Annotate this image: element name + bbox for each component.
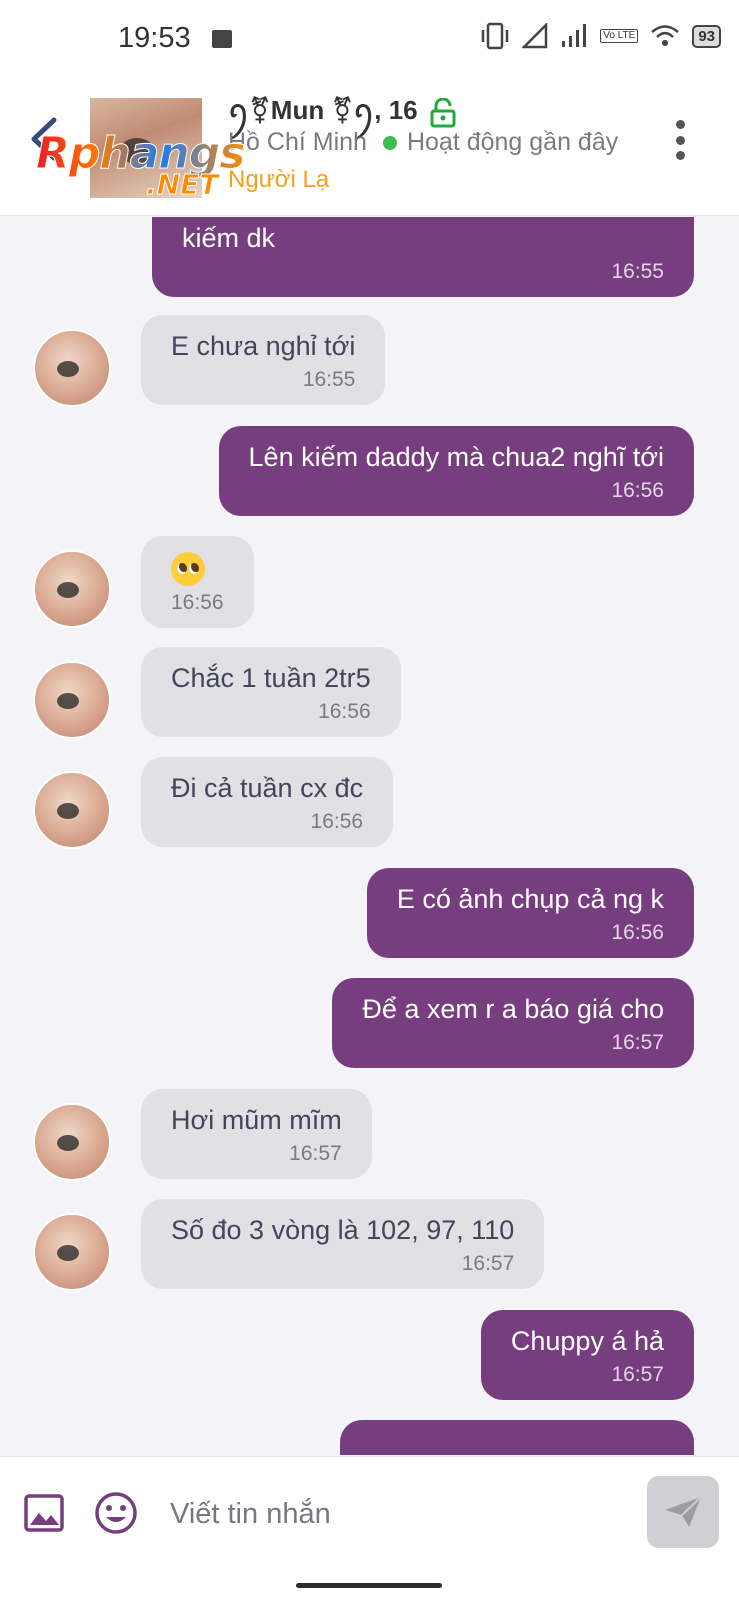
status-bar: 19:53 Vo LTE 93 xyxy=(0,0,739,70)
contact-avatar-small[interactable] xyxy=(33,550,111,628)
message-bubble[interactable]: Hơi mũm mĩm 16:57 xyxy=(141,1089,372,1179)
message-incoming: E chưa nghỉ tới 16:55 xyxy=(141,315,386,405)
message-bubble[interactable]: E có ảnh chụp cả ng k 16:56 xyxy=(366,868,694,958)
send-button[interactable] xyxy=(647,1476,719,1548)
battery-indicator: 93 xyxy=(692,24,721,48)
message-text: Để a xem r a báo giá cho xyxy=(362,994,664,1024)
message-text: E chưa nghỉ tới xyxy=(171,331,356,361)
message-time: 16:57 xyxy=(289,1142,342,1165)
message-time: 16:56 xyxy=(171,590,224,614)
unlocked-icon xyxy=(430,98,456,128)
image-icon xyxy=(24,1494,64,1532)
pleading-face-icon xyxy=(171,551,205,586)
message-list[interactable]: kiếm dk 16:55 E chưa nghỉ tới 16:55 Lên … xyxy=(0,217,739,1455)
message-bubble[interactable]: Chuppy á hả 16:57 xyxy=(480,1310,694,1400)
message-text: Số đo 3 vòng là 102, 97, 110 xyxy=(171,1215,515,1245)
message-bubble[interactable]: Để a xem r a báo giá cho 16:57 xyxy=(332,978,694,1068)
message-input[interactable] xyxy=(170,1489,610,1539)
message-bubble[interactable]: Lên kiếm daddy mà chua2 nghĩ tới 16:56 xyxy=(218,426,694,516)
status-time: 19:53 xyxy=(118,22,191,54)
message-time: 16:55 xyxy=(611,260,664,283)
status-icons: Vo LTE 93 xyxy=(480,22,721,50)
message-text: Chắc 1 tuần 2tr5 xyxy=(171,663,371,693)
message-bubble[interactable]: E chưa nghỉ tới 16:55 xyxy=(141,315,386,405)
message-outgoing: Chuppy á hả 16:57 xyxy=(480,1310,694,1400)
signal-empty-icon xyxy=(522,23,548,49)
message-incoming: Hơi mũm mĩm 16:57 xyxy=(141,1089,372,1179)
online-dot-icon xyxy=(382,135,397,150)
message-incoming: Chắc 1 tuần 2tr5 16:56 xyxy=(141,647,401,737)
message-bubble[interactable]: kiếm dk 16:55 xyxy=(152,217,694,297)
composer-bar xyxy=(0,1456,739,1600)
message-bubble[interactable]: Chắc 1 tuần 2tr5 16:56 xyxy=(141,647,401,737)
vibrate-icon xyxy=(482,22,509,50)
message-outgoing: Để a xem r a báo giá cho 16:57 xyxy=(332,978,694,1068)
send-icon xyxy=(665,1496,702,1527)
more-options-button[interactable] xyxy=(673,120,687,160)
emoji-button[interactable] xyxy=(94,1491,138,1535)
contact-avatar-small[interactable] xyxy=(33,1213,111,1291)
chat-header: ꪆ⚧Mun ⚧ꪆ, 16 Hồ Chí Minh Hoạt động gần đ… xyxy=(0,70,739,216)
message-text: Lên kiếm daddy mà chua2 nghĩ tới xyxy=(248,442,664,472)
message-text: E có ảnh chụp cả ng k xyxy=(396,884,664,914)
message-outgoing-partial xyxy=(340,1420,694,1455)
contact-avatar-small[interactable] xyxy=(33,329,111,407)
message-text: kiếm dk xyxy=(182,223,276,253)
gallery-notification-icon xyxy=(212,30,232,48)
watermark-logo: Rphangs .NET xyxy=(35,128,266,208)
volte-badge: Vo LTE xyxy=(600,29,639,43)
home-indicator[interactable] xyxy=(296,1583,442,1588)
message-time: 16:56 xyxy=(310,810,364,833)
message-time: 16:57 xyxy=(461,1252,515,1275)
signal-bars-icon xyxy=(562,24,587,47)
dot-icon xyxy=(675,120,685,129)
message-outgoing: Lên kiếm daddy mà chua2 nghĩ tới 16:56 xyxy=(218,426,694,516)
contact-status-row: Hồ Chí Minh Hoạt động gần đây xyxy=(228,128,618,157)
message-outgoing: E có ảnh chụp cả ng k 16:56 xyxy=(366,868,694,958)
dot-icon xyxy=(675,135,685,145)
contact-avatar-small[interactable] xyxy=(33,771,111,849)
message-text: Hơi mũm mĩm xyxy=(171,1105,342,1135)
wifi-icon xyxy=(651,25,680,46)
attach-image-button[interactable] xyxy=(24,1493,64,1533)
message-time: 16:55 xyxy=(302,368,356,391)
activity-status: Hoạt động gần đây xyxy=(406,128,619,156)
message-time: 16:57 xyxy=(611,1363,664,1386)
contact-avatar-small[interactable] xyxy=(33,1103,111,1181)
message-time: 16:56 xyxy=(611,479,664,502)
message-outgoing: kiếm dk 16:55 xyxy=(152,217,694,297)
message-bubble[interactable] xyxy=(340,1420,694,1455)
dot-icon xyxy=(675,151,685,160)
message-bubble[interactable]: 16:56 xyxy=(141,536,254,628)
message-time: 16:56 xyxy=(611,921,664,944)
message-incoming: Số đo 3 vòng là 102, 97, 110 16:57 xyxy=(141,1199,545,1289)
message-incoming: Đi cả tuần cx đc 16:56 xyxy=(141,757,394,847)
message-incoming: 16:56 xyxy=(141,536,254,628)
message-text: Chuppy á hả xyxy=(510,1326,664,1356)
message-bubble[interactable]: Số đo 3 vòng là 102, 97, 110 16:57 xyxy=(141,1199,545,1289)
contact-avatar-small[interactable] xyxy=(33,661,111,739)
message-text: Đi cả tuần cx đc xyxy=(171,773,364,803)
smiley-icon xyxy=(95,1492,137,1534)
message-time: 16:56 xyxy=(318,700,371,723)
logo-sub-text: .NET xyxy=(145,168,219,202)
message-bubble[interactable]: Đi cả tuần cx đc 16:56 xyxy=(141,757,394,847)
message-time: 16:57 xyxy=(611,1031,664,1054)
